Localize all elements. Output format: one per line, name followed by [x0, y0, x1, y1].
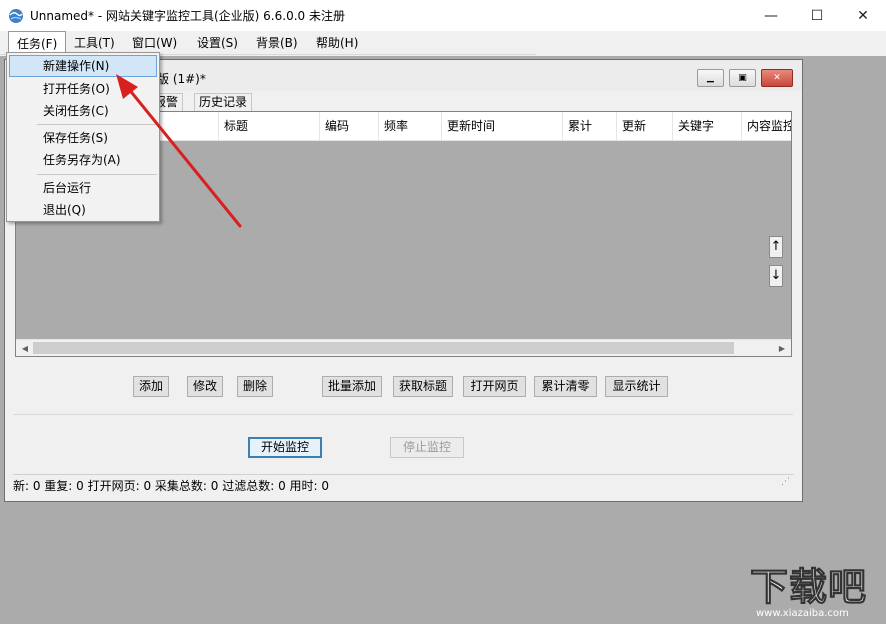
watermark-url: www.xiazaiba.com: [756, 608, 849, 619]
annotation-arrow-icon: [116, 74, 242, 228]
watermark-logo: 下载吧 www.xiazaiba.com: [749, 565, 882, 620]
watermark-brand: 下载吧: [749, 565, 868, 609]
